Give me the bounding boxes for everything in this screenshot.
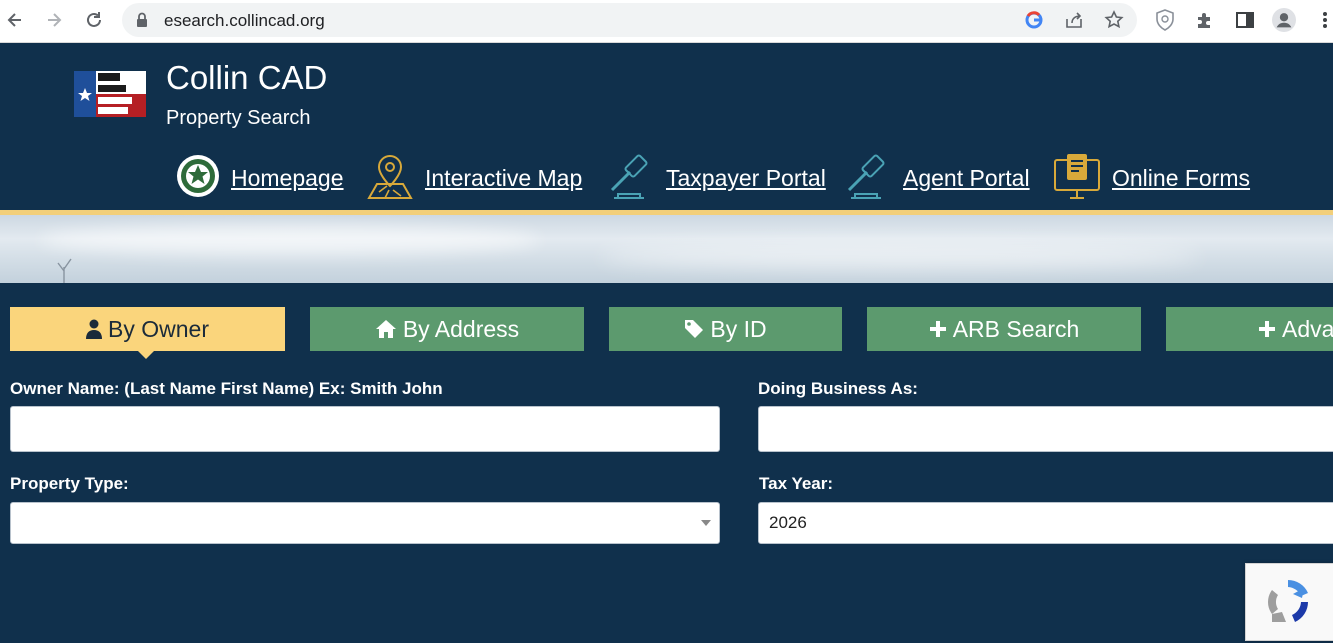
browser-toolbar: esearch.collincad.org <box>0 0 1333 43</box>
recaptcha-badge[interactable] <box>1245 563 1333 641</box>
tab-by-id[interactable]: By ID <box>609 307 842 351</box>
nav-taxpayer-portal-label: Taxpayer Portal <box>666 164 826 191</box>
dba-label: Doing Business As: <box>758 379 918 398</box>
site-title: Collin CAD <box>166 59 328 96</box>
nav-homepage[interactable]: Homepage <box>175 153 344 203</box>
nav-online-forms-label: Online Forms <box>1112 164 1251 191</box>
google-icon[interactable] <box>1025 11 1043 34</box>
owner-name-label: Owner Name: (Last Name First Name) Ex: S… <box>10 379 443 398</box>
star-seal-icon <box>175 153 221 204</box>
shield-extension-icon[interactable] <box>1153 8 1177 32</box>
forward-icon[interactable] <box>41 7 67 33</box>
collin-cad-logo[interactable] <box>74 71 146 117</box>
owner-name-input[interactable] <box>10 406 720 452</box>
tag-icon <box>684 319 704 339</box>
chevron-down-icon <box>701 520 711 526</box>
recaptcha-icon <box>1268 580 1308 622</box>
user-icon <box>86 319 102 339</box>
back-icon[interactable] <box>2 7 28 33</box>
tab-by-address[interactable]: By Address <box>310 307 584 351</box>
tree-icon <box>57 258 72 283</box>
share-icon[interactable] <box>1064 11 1084 34</box>
plus-icon <box>1258 320 1276 338</box>
nav-interactive-map[interactable]: Interactive Map <box>365 153 582 203</box>
side-panel-icon[interactable] <box>1233 8 1257 32</box>
gavel-icon <box>606 152 656 205</box>
bookmark-star-icon[interactable] <box>1104 10 1124 35</box>
profile-avatar-icon[interactable] <box>1272 8 1296 32</box>
extensions-puzzle-icon[interactable] <box>1193 8 1217 32</box>
address-bar[interactable]: esearch.collincad.org <box>122 3 1137 37</box>
tab-by-owner-label: By Owner <box>108 315 209 342</box>
property-type-select[interactable] <box>10 502 720 544</box>
reload-icon[interactable] <box>81 7 107 33</box>
tab-advanced-label: Advar <box>1282 315 1333 342</box>
plus-icon <box>929 320 947 338</box>
tab-by-id-label: By ID <box>710 315 767 342</box>
tax-year-label: Tax Year: <box>759 474 834 493</box>
nav-agent-portal[interactable]: Agent Portal <box>843 153 1030 203</box>
map-pin-icon <box>365 152 415 205</box>
site-subtitle: Property Search <box>166 107 311 129</box>
gavel-icon <box>843 152 893 205</box>
nav-interactive-map-label: Interactive Map <box>425 164 583 191</box>
nav-agent-portal-label: Agent Portal <box>903 164 1030 191</box>
property-type-label: Property Type: <box>10 474 129 493</box>
dba-input[interactable] <box>758 406 1333 452</box>
active-tab-caret <box>138 351 154 359</box>
tab-by-owner[interactable]: By Owner <box>10 307 285 351</box>
chrome-menu-icon[interactable] <box>1313 8 1333 32</box>
tab-by-address-label: By Address <box>402 315 520 342</box>
home-icon <box>375 319 397 339</box>
tab-arb-search[interactable]: ARB Search <box>867 307 1141 351</box>
sky-banner <box>0 215 1333 283</box>
nav-homepage-label: Homepage <box>231 164 344 191</box>
tab-advanced[interactable]: Advar <box>1166 307 1333 351</box>
lock-icon <box>136 12 148 33</box>
forms-monitor-icon <box>1052 152 1102 205</box>
site-header: Collin CAD Property Search Homepage Inte… <box>0 43 1333 211</box>
url-text: esearch.collincad.org <box>164 11 325 30</box>
nav-taxpayer-portal[interactable]: Taxpayer Portal <box>606 153 826 203</box>
tab-arb-search-label: ARB Search <box>952 315 1080 342</box>
nav-online-forms[interactable]: Online Forms <box>1052 153 1250 203</box>
tax-year-input[interactable]: 2026 <box>758 502 1333 544</box>
